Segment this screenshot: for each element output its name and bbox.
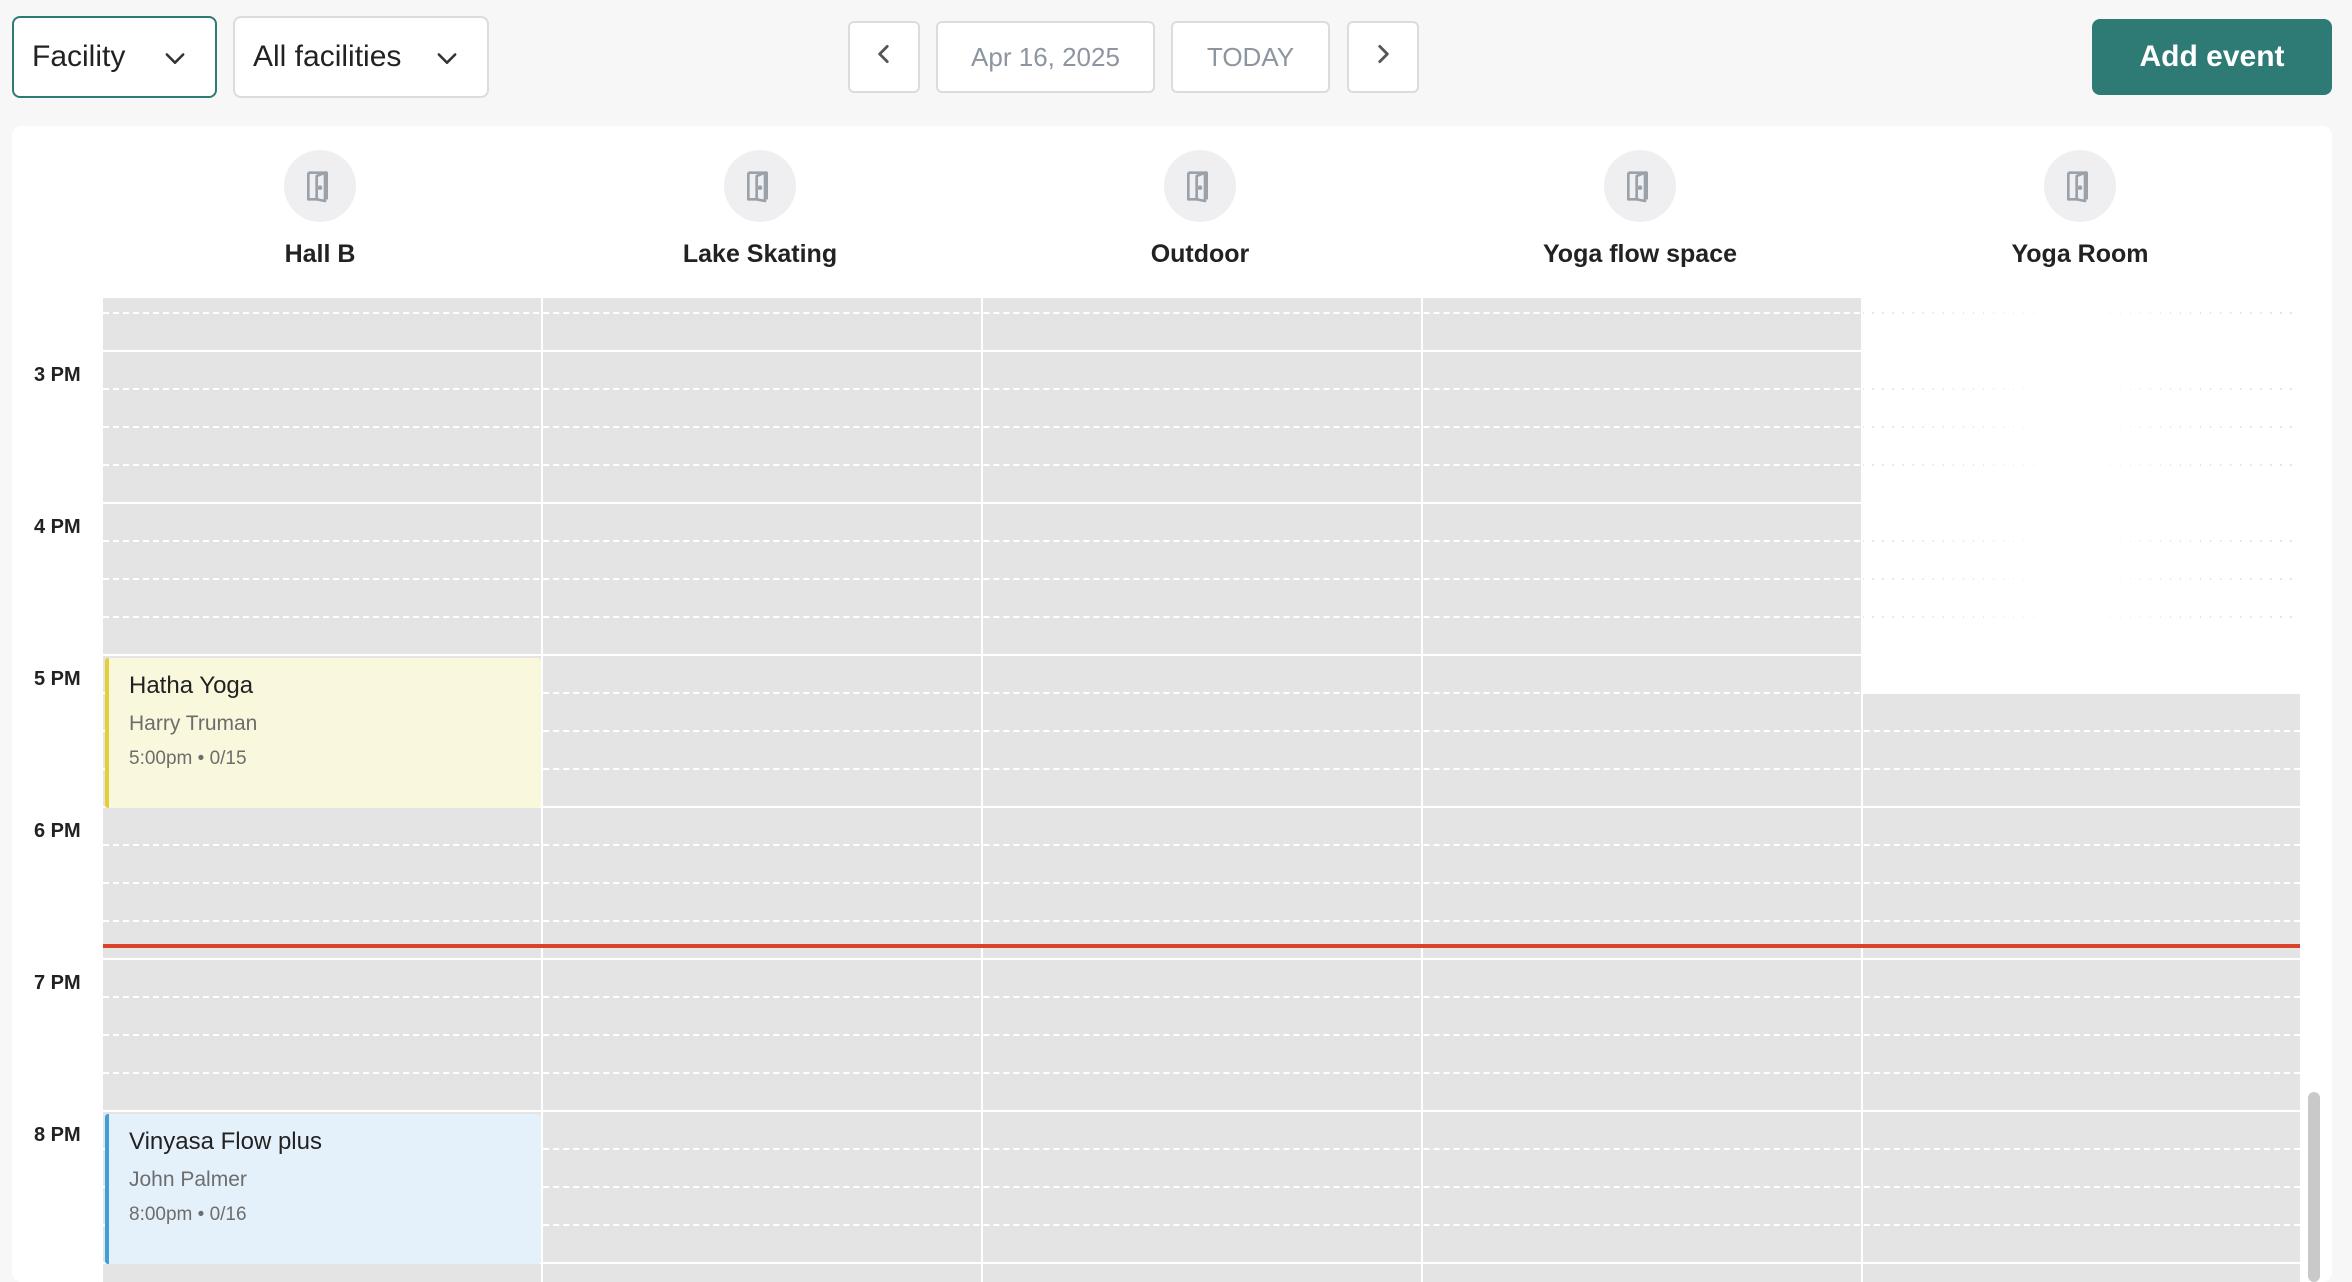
available-slot[interactable] [1861, 298, 2300, 694]
facility-name: Hall B [284, 240, 356, 268]
event-title: Vinyasa Flow plus [129, 1128, 322, 1155]
time-label: 6 PM [34, 820, 81, 842]
chevron-left-icon [871, 41, 897, 74]
facility-name: Lake Skating [682, 240, 838, 268]
add-event-button[interactable]: Add event [2092, 19, 2332, 95]
today-button[interactable]: TODAY [1171, 21, 1330, 93]
current-time-indicator [103, 944, 2300, 948]
facility-filter-value: All facilities [253, 40, 402, 73]
facility-name: Yoga Room [2011, 240, 2149, 268]
time-label: 7 PM [34, 972, 81, 994]
time-label: 5 PM [34, 668, 81, 690]
schedule-grid[interactable]: Hatha Yoga Harry Truman 5:00pm • 0/15 Vi… [103, 298, 2300, 1282]
view-select[interactable]: Facility [12, 16, 217, 98]
today-label: TODAY [1206, 41, 1295, 72]
door-icon [284, 150, 356, 222]
facility-column[interactable] [983, 298, 1423, 1282]
facility-column[interactable] [1423, 298, 1863, 1282]
facility-header-outdoor: Outdoor [980, 150, 1420, 280]
chevron-right-icon [1370, 41, 1396, 74]
event-card[interactable]: Hatha Yoga Harry Truman 5:00pm • 0/15 [105, 658, 541, 808]
facility-header-hall-b: Hall B [100, 150, 540, 280]
event-instructor: John Palmer [129, 1168, 247, 1191]
current-date: Apr 16, 2025 [971, 41, 1120, 72]
event-card[interactable]: Vinyasa Flow plus John Palmer 8:00pm • 0… [105, 1114, 541, 1264]
time-label: 3 PM [34, 364, 81, 386]
chevron-down-icon [433, 44, 461, 72]
add-event-label: Add event [2139, 40, 2285, 73]
facility-name: Outdoor [1150, 240, 1250, 268]
vertical-scrollbar[interactable] [2308, 1092, 2320, 1282]
facility-header-lake-skating: Lake Skating [540, 150, 980, 280]
facility-column[interactable] [543, 298, 983, 1282]
view-select-value: Facility [32, 40, 126, 73]
facility-header-yoga-flow-space: Yoga flow space [1420, 150, 1860, 280]
date-picker-button[interactable]: Apr 16, 2025 [936, 21, 1155, 93]
facility-header-yoga-room: Yoga Room [1860, 150, 2300, 280]
event-time-capacity: 8:00pm • 0/16 [129, 1204, 247, 1225]
door-icon [724, 150, 796, 222]
chevron-down-icon [161, 44, 189, 72]
door-icon [1604, 150, 1676, 222]
event-title: Hatha Yoga [129, 672, 254, 699]
facility-name: Yoga flow space [1542, 240, 1738, 268]
event-instructor: Harry Truman [129, 712, 258, 735]
time-label: 8 PM [34, 1124, 81, 1146]
prev-day-button[interactable] [848, 21, 920, 93]
time-label: 4 PM [34, 516, 81, 538]
facility-filter-select[interactable]: All facilities [233, 16, 489, 98]
event-time-capacity: 5:00pm • 0/15 [129, 748, 247, 769]
toolbar: Facility All facilities Apr 16, 2025 TOD… [0, 0, 2352, 126]
next-day-button[interactable] [1347, 21, 1419, 93]
door-icon [1164, 150, 1236, 222]
door-icon [2044, 150, 2116, 222]
